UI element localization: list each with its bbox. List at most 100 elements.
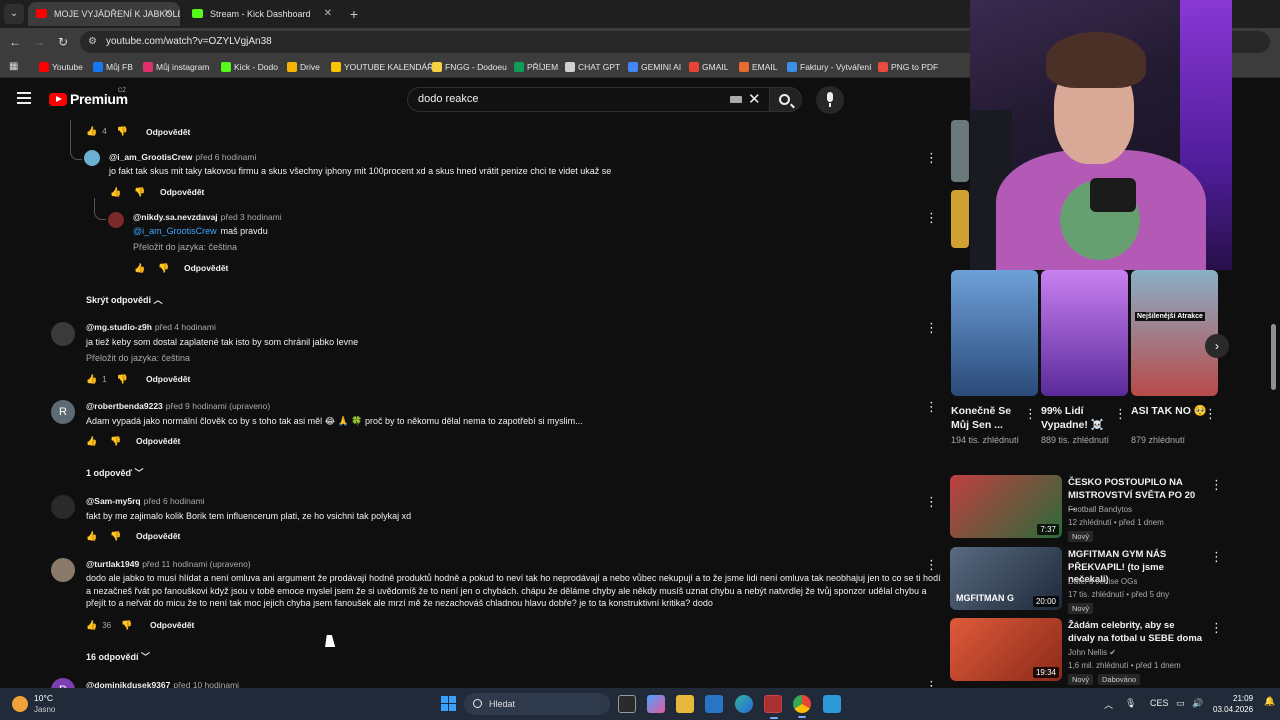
bookmark-item[interactable]: Faktury - Vytváření bbox=[787, 60, 871, 74]
volume-icon[interactable]: 🔊 bbox=[1192, 698, 1203, 709]
dislike-icon[interactable]: 👎 bbox=[158, 263, 169, 273]
bookmark-item[interactable]: CHAT GPT bbox=[565, 60, 620, 74]
notepad-icon[interactable] bbox=[823, 695, 841, 713]
chevron-right-icon[interactable]: › bbox=[1205, 334, 1229, 358]
video-thumbnail[interactable] bbox=[951, 190, 969, 248]
short-menu-icon[interactable] bbox=[1114, 406, 1127, 422]
like-icon[interactable]: 👍 bbox=[86, 126, 97, 136]
clear-search-icon[interactable]: ✕ bbox=[748, 88, 761, 111]
mention-link[interactable]: @i_am_GrootisCrew bbox=[133, 226, 217, 236]
short-title[interactable]: 99% Lidí Vypadne! ☠️ bbox=[1041, 404, 1107, 432]
reply-button[interactable]: Odpovědět bbox=[146, 374, 190, 384]
avatar[interactable] bbox=[84, 150, 100, 166]
avatar[interactable] bbox=[51, 322, 75, 346]
like-icon[interactable]: 👍 bbox=[86, 436, 97, 446]
short-thumbnail[interactable] bbox=[951, 270, 1038, 396]
reply-button[interactable]: Odpovědět bbox=[136, 436, 180, 446]
comment-menu-icon[interactable] bbox=[925, 210, 938, 226]
dislike-icon[interactable]: 👎 bbox=[110, 531, 121, 541]
bookmark-item[interactable]: GMAIL bbox=[689, 60, 728, 74]
language-indicator[interactable]: CES bbox=[1150, 698, 1169, 708]
hide-replies-button[interactable]: Skrýt odpovědi ︿ bbox=[86, 293, 163, 306]
weather-temperature[interactable]: 10°C bbox=[34, 693, 53, 703]
video-item[interactable]: 7:37 ČESKO POSTOUPILO NA MISTROVSTVÍ SVĚ… bbox=[950, 475, 1223, 542]
forward-arrow-icon[interactable]: → bbox=[31, 34, 47, 50]
reply-button[interactable]: Odpovědět bbox=[160, 187, 204, 197]
microphone-icon[interactable]: 🎙 bbox=[1125, 698, 1136, 709]
avatar[interactable] bbox=[51, 558, 75, 582]
back-arrow-icon[interactable]: ← bbox=[7, 34, 23, 50]
comment-menu-icon[interactable] bbox=[925, 494, 938, 510]
avatar[interactable]: R bbox=[51, 400, 75, 424]
reply-button[interactable]: Odpovědět bbox=[146, 127, 190, 137]
bookmark-item[interactable]: GEMINI AI bbox=[628, 60, 681, 74]
bookmark-item[interactable]: Můj instagram bbox=[143, 60, 209, 74]
bookmark-item[interactable]: Youtube bbox=[39, 60, 83, 74]
translate-link[interactable]: Přeložit do jazyka: čeština bbox=[86, 353, 190, 363]
bookmark-item[interactable]: FNGG - Dodoeu bbox=[432, 60, 507, 74]
short-menu-icon[interactable] bbox=[1024, 406, 1037, 422]
close-tab-icon[interactable]: ✕ bbox=[164, 2, 172, 26]
avatar[interactable] bbox=[51, 495, 75, 519]
like-icon[interactable]: 👍 bbox=[86, 620, 97, 630]
short-menu-icon[interactable] bbox=[1204, 406, 1217, 422]
dislike-icon[interactable]: 👎 bbox=[117, 126, 128, 136]
tray-chevron-up-icon[interactable]: ︿ bbox=[1104, 698, 1113, 711]
like-icon[interactable]: 👍 bbox=[110, 187, 121, 197]
taskbar-search[interactable]: Hledat bbox=[464, 693, 610, 715]
show-replies-button[interactable]: 16 odpovědí ﹀ bbox=[86, 650, 150, 663]
bookmark-item[interactable]: YOUTUBE KALENDÁŘ bbox=[331, 60, 433, 74]
keyboard-icon[interactable] bbox=[730, 96, 742, 103]
start-windows-icon[interactable] bbox=[441, 696, 456, 711]
translate-link[interactable]: Přeložit do jazyka: čeština bbox=[133, 242, 237, 252]
video-item[interactable]: 19:34 Žádám celebrity, aby se dívaly na … bbox=[950, 618, 1223, 685]
task-view-icon[interactable] bbox=[618, 695, 636, 713]
youtube-logo-icon[interactable] bbox=[49, 93, 67, 106]
apps-grid-icon[interactable]: ▦ bbox=[9, 61, 20, 72]
voice-search-icon[interactable] bbox=[816, 86, 844, 114]
comment-menu-icon[interactable] bbox=[925, 399, 938, 415]
short-thumbnail[interactable]: Nejšílenější Atrakce bbox=[1131, 270, 1218, 396]
bookmark-item[interactable]: PNG to PDF bbox=[878, 60, 938, 74]
dislike-icon[interactable]: 👎 bbox=[121, 620, 132, 630]
menu-hamburger-icon[interactable] bbox=[17, 92, 31, 104]
dislike-icon[interactable]: 👎 bbox=[134, 187, 145, 197]
comment-menu-icon[interactable] bbox=[925, 557, 938, 573]
video-thumbnail[interactable] bbox=[951, 120, 969, 182]
network-icon[interactable]: ▭ bbox=[1176, 698, 1185, 709]
copilot-icon[interactable] bbox=[647, 695, 665, 713]
like-icon[interactable]: 👍 bbox=[86, 374, 97, 384]
comment-menu-icon[interactable] bbox=[925, 150, 938, 166]
bookmark-item[interactable]: Můj FB bbox=[93, 60, 133, 74]
tab-search-icon[interactable]: ⌄ bbox=[4, 4, 24, 24]
weather-moon-icon[interactable] bbox=[12, 696, 28, 712]
page-scrollbar[interactable] bbox=[1271, 324, 1276, 390]
video-item[interactable]: MGFITMAN G 20:00 MGFITMAN GYM NÁS PŘEKVA… bbox=[950, 547, 1223, 614]
notification-bell-icon[interactable]: 🔔 bbox=[1264, 696, 1275, 707]
comment-menu-icon[interactable] bbox=[925, 678, 938, 688]
search-button[interactable] bbox=[770, 87, 802, 112]
tab-youtube[interactable]: MOJE VYJÁDŘENÍ K JABKOLEVNĚ ✕ bbox=[28, 2, 180, 26]
avatar[interactable]: D bbox=[51, 678, 75, 688]
bookmark-item[interactable]: Kick - Dodo bbox=[221, 60, 278, 74]
dislike-icon[interactable]: 👎 bbox=[110, 436, 121, 446]
short-thumbnail[interactable] bbox=[1041, 270, 1128, 396]
store-icon[interactable] bbox=[705, 695, 723, 713]
show-replies-button[interactable]: 1 odpověď ﹀ bbox=[86, 466, 144, 479]
reply-button[interactable]: Odpovědět bbox=[150, 620, 194, 630]
edge-icon[interactable] bbox=[735, 695, 753, 713]
avatar[interactable] bbox=[108, 212, 124, 228]
clock[interactable]: 21:09 03.04.2026 bbox=[1213, 693, 1253, 715]
chrome-icon[interactable] bbox=[793, 695, 811, 718]
like-icon[interactable]: 👍 bbox=[86, 531, 97, 541]
video-menu-icon[interactable] bbox=[1210, 477, 1223, 493]
video-menu-icon[interactable] bbox=[1210, 620, 1223, 636]
close-tab-icon[interactable]: ✕ bbox=[324, 2, 332, 26]
new-tab-button[interactable]: + bbox=[346, 4, 362, 24]
bookmark-item[interactable]: PŘÍJEM bbox=[514, 60, 558, 74]
dislike-icon[interactable]: 👎 bbox=[117, 374, 128, 384]
video-thumbnail[interactable]: MGFITMAN G 20:00 bbox=[950, 547, 1062, 610]
short-title[interactable]: Konečně Se Můj Sen ... bbox=[951, 404, 1017, 432]
bookmark-item[interactable]: Drive bbox=[287, 60, 320, 74]
reply-button[interactable]: Odpovědět bbox=[184, 263, 228, 273]
